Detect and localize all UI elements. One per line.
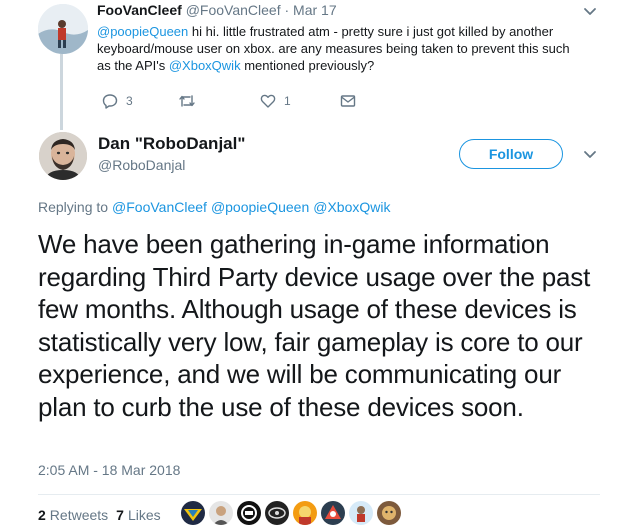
parent-tweet-header: FooVanCleef @FooVanCleef · Mar 17 <box>97 2 337 18</box>
author-handle[interactable]: @RoboDanjal <box>98 157 185 173</box>
replying-to: Replying to @FooVanCleef @poopieQueen @Xbox… <box>38 199 390 215</box>
liker-avatar[interactable] <box>349 501 373 525</box>
parent-separator: · <box>284 2 290 18</box>
liker-avatar[interactable] <box>321 501 345 525</box>
replying-to-label: Replying to <box>38 199 109 215</box>
direct-message-icon <box>340 95 356 107</box>
retweet-label: Retweets <box>49 507 109 523</box>
like-count-main: 7 <box>116 507 124 523</box>
retweet-button[interactable] <box>178 93 196 109</box>
direct-message-button[interactable] <box>340 93 356 109</box>
thread-connector-line <box>60 54 63 130</box>
replying-to-mention[interactable]: @FooVanCleef <box>112 199 207 215</box>
likes-stat[interactable]: 7 Likes <box>116 507 160 523</box>
tweet-timestamp[interactable]: 2:05 AM - 18 Mar 2018 <box>38 462 180 478</box>
liker-avatar[interactable] <box>237 501 261 525</box>
parent-tweet-text: @poopieQueen hi hi. little frustrated at… <box>97 23 577 74</box>
liker-avatar[interactable] <box>293 501 317 525</box>
liker-avatar[interactable] <box>209 501 233 525</box>
tweet-stats: 2 Retweets 7 Likes <box>38 507 161 523</box>
parent-tweet-date[interactable]: Mar 17 <box>293 2 337 18</box>
replying-to-mention[interactable]: @XboxQwik <box>313 199 390 215</box>
like-count: 1 <box>284 94 291 108</box>
replying-to-mention[interactable]: @poopieQueen <box>211 199 309 215</box>
retweet-icon <box>179 95 195 107</box>
parent-text-segment: mentioned previously? <box>240 58 375 73</box>
liker-avatars <box>181 501 401 525</box>
retweets-stat[interactable]: 2 Retweets <box>38 507 108 523</box>
like-icon <box>260 94 276 108</box>
stats-divider <box>38 494 600 495</box>
author-name[interactable]: Dan "RoboDanjal" <box>98 134 245 154</box>
reply-button[interactable]: 3 <box>102 93 133 109</box>
chevron-down-icon[interactable] <box>582 146 598 162</box>
reply-icon <box>102 94 118 109</box>
mention-link[interactable]: @poopieQueen <box>97 24 188 39</box>
parent-author-name[interactable]: FooVanCleef <box>97 2 182 18</box>
like-label: Likes <box>127 507 161 523</box>
reply-count: 3 <box>126 94 133 108</box>
liker-avatar[interactable] <box>377 501 401 525</box>
parent-author-handle[interactable]: @FooVanCleef <box>186 2 281 18</box>
mention-link[interactable]: @XboxQwik <box>169 58 241 73</box>
foovancleef-avatar[interactable] <box>38 4 88 54</box>
follow-button[interactable]: Follow <box>459 139 563 169</box>
retweet-count: 2 <box>38 507 46 523</box>
liker-avatar[interactable] <box>181 501 205 525</box>
chevron-down-icon[interactable] <box>582 3 598 19</box>
robodanjal-avatar[interactable] <box>39 132 87 180</box>
tweet-body-text: We have been gathering in-game informati… <box>38 229 591 422</box>
liker-avatar[interactable] <box>265 501 289 525</box>
like-button[interactable]: 1 <box>260 93 291 109</box>
